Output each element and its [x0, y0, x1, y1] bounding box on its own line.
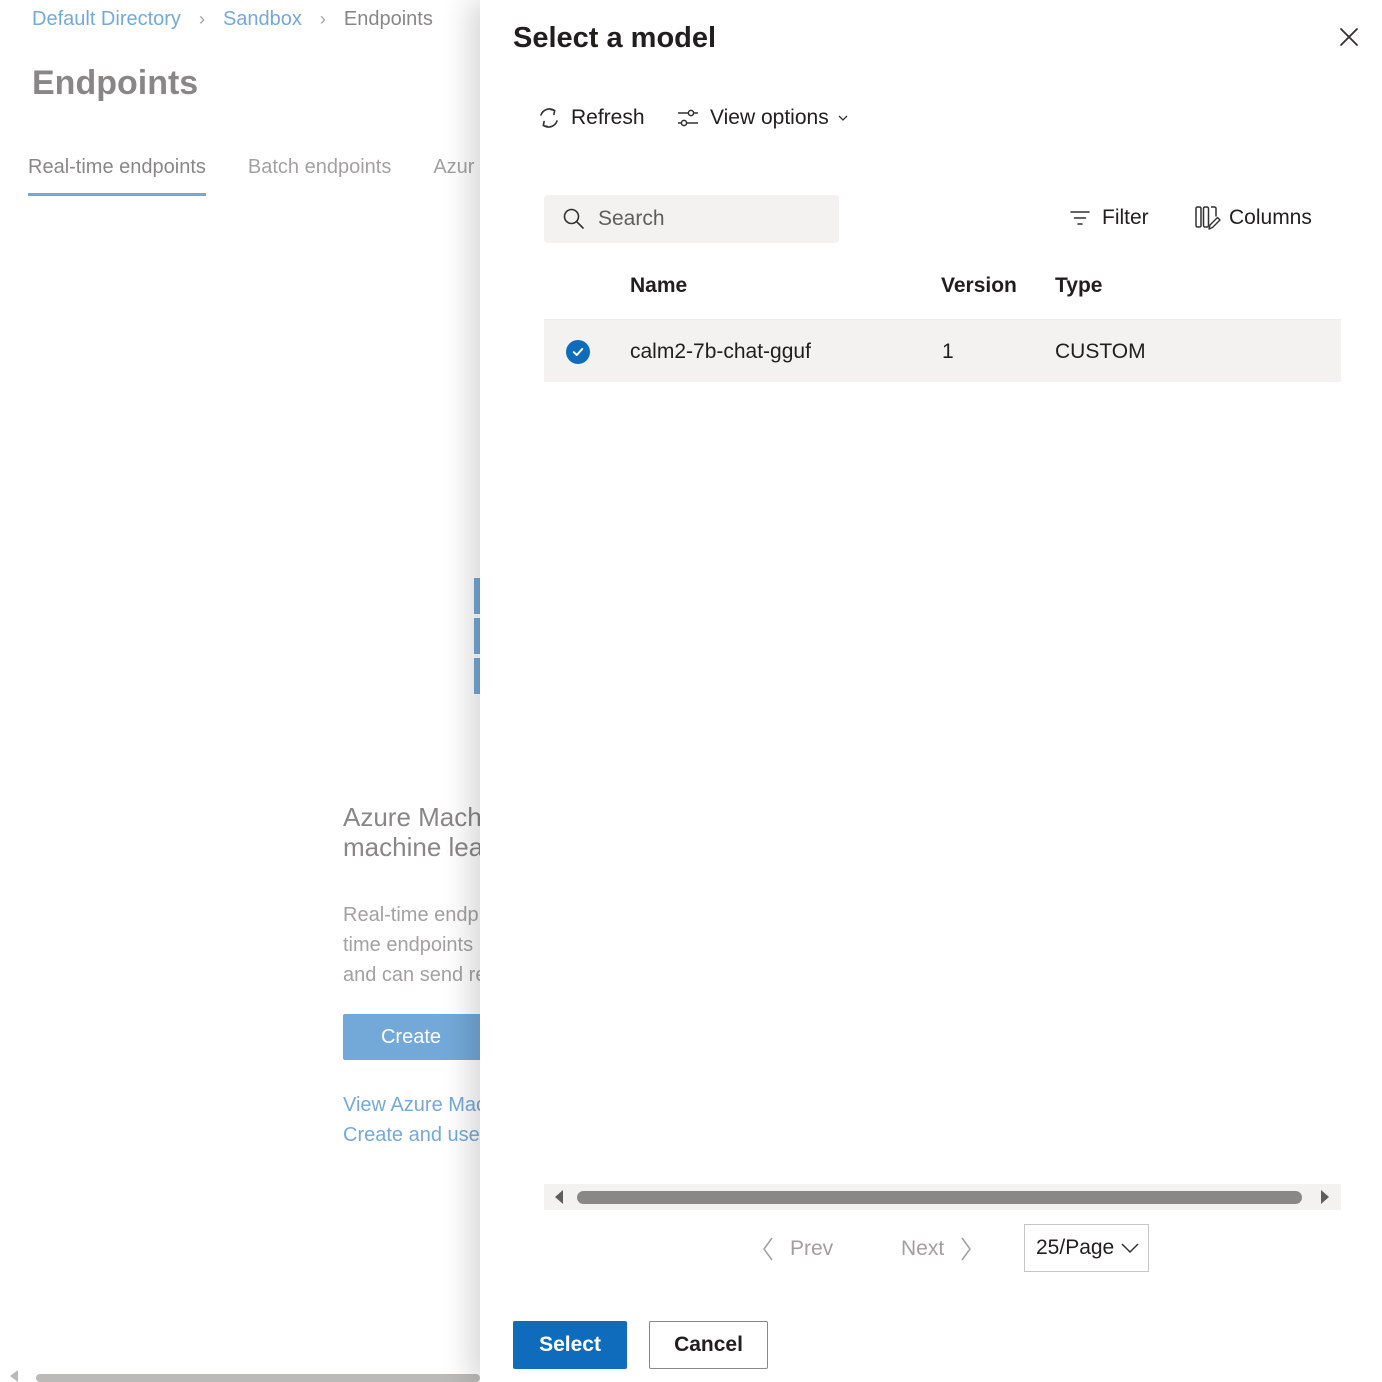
breadcrumb-default-directory[interactable]: Default Directory: [32, 8, 181, 31]
sliders-icon: [674, 104, 702, 132]
promo-heading-line: Azure Mach: [343, 802, 482, 832]
search-icon: [562, 207, 586, 231]
tab-real-time-endpoints[interactable]: Real-time endpoints: [28, 156, 206, 196]
view-options-label: View options: [710, 106, 829, 129]
column-header-version[interactable]: Version: [941, 274, 1017, 298]
table-row[interactable]: calm2-7b-chat-gguf 1 CUSTOM: [544, 319, 1341, 382]
refresh-icon: [535, 104, 563, 132]
page-size-select[interactable]: 25/Page: [1024, 1224, 1149, 1272]
chevron-right-icon: [956, 1234, 976, 1264]
cancel-button[interactable]: Cancel: [649, 1321, 768, 1369]
tab-batch-endpoints[interactable]: Batch endpoints: [248, 156, 391, 196]
table-horizontal-scrollbar[interactable]: [544, 1184, 1341, 1210]
refresh-label: Refresh: [571, 106, 645, 129]
next-page-button[interactable]: Next: [901, 1234, 976, 1264]
breadcrumb: Default Directory › Sandbox › Endpoints: [32, 8, 433, 31]
promo-heading-line: machine lea: [343, 832, 484, 862]
page-size-value: 25/Page: [1036, 1236, 1115, 1259]
view-options-button[interactable]: View options: [674, 104, 849, 132]
scrollbar-thumb[interactable]: [577, 1191, 1302, 1204]
model-type-cell: CUSTOM: [1055, 340, 1146, 363]
row-selected-checkmark-icon[interactable]: [566, 340, 590, 364]
promo-text-line: and can send re: [343, 964, 487, 986]
breadcrumb-chevron-icon: ›: [319, 9, 326, 29]
page-horizontal-scrollbar[interactable]: [36, 1374, 480, 1382]
breadcrumb-chevron-icon: ›: [198, 9, 205, 29]
columns-button[interactable]: Columns: [1193, 204, 1312, 232]
columns-icon: [1193, 204, 1221, 232]
view-azure-ml-link[interactable]: View Azure Mac: [343, 1090, 486, 1120]
scroll-right-icon[interactable]: [1321, 1190, 1329, 1204]
page-title: Endpoints: [32, 64, 199, 102]
prev-page-button[interactable]: Prev: [758, 1234, 833, 1264]
columns-label: Columns: [1229, 206, 1312, 229]
endpoint-tabs: Real-time endpoints Batch endpoints Azur: [28, 156, 516, 196]
promo-heading: Azure Mach machine lea: [343, 802, 483, 862]
column-header-type[interactable]: Type: [1055, 274, 1102, 298]
next-label: Next: [901, 1237, 945, 1260]
filter-button[interactable]: Filter: [1066, 204, 1149, 232]
prev-label: Prev: [790, 1237, 834, 1260]
chevron-left-icon: [758, 1234, 778, 1264]
scroll-left-icon[interactable]: [555, 1190, 563, 1204]
close-panel-button[interactable]: [1336, 24, 1362, 50]
close-icon: [1340, 28, 1358, 46]
model-version-cell: 1: [942, 340, 954, 363]
chevron-down-icon: [1119, 1237, 1141, 1259]
breadcrumb-endpoints: Endpoints: [343, 8, 433, 30]
select-button[interactable]: Select: [513, 1321, 627, 1369]
create-endpoint-button[interactable]: Create: [343, 1014, 493, 1060]
search-box: [544, 195, 839, 243]
column-header-name[interactable]: Name: [630, 274, 687, 298]
promo-text-line: time endpoints: [343, 934, 474, 956]
breadcrumb-sandbox[interactable]: Sandbox: [223, 8, 302, 31]
filter-icon: [1066, 204, 1094, 232]
panel-title: Select a model: [513, 22, 717, 54]
create-and-use-link[interactable]: Create and use: [343, 1120, 486, 1150]
scroll-left-icon[interactable]: [10, 1370, 18, 1382]
model-name-cell: calm2-7b-chat-gguf: [630, 340, 811, 363]
chevron-down-icon: [837, 112, 849, 124]
select-model-panel: Select a model Refresh View options Sear…: [480, 0, 1382, 1382]
promo-description: Real-time endp time endpoints and can se…: [343, 900, 486, 990]
filter-label: Filter: [1102, 206, 1149, 229]
search-input[interactable]: [598, 207, 818, 231]
promo-links: View Azure Mac Create and use: [343, 1090, 486, 1150]
refresh-button[interactable]: Refresh: [535, 104, 645, 132]
promo-text-line: Real-time endp: [343, 904, 479, 926]
tab-azure[interactable]: Azur: [433, 156, 474, 196]
